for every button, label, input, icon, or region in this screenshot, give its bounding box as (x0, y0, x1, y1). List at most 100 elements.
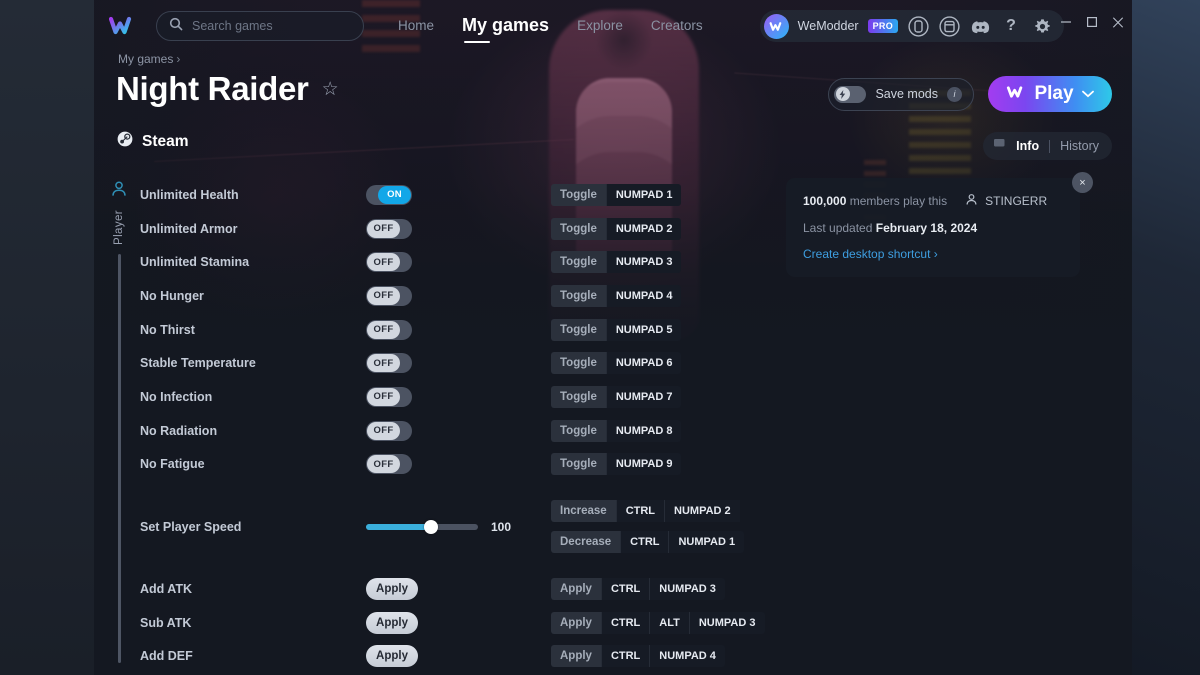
hotkey-action-label: Apply (551, 645, 601, 668)
cheat-toggle[interactable]: OFF (366, 353, 412, 374)
tab-info[interactable]: Info (1016, 139, 1039, 153)
apply-button[interactable]: Apply (366, 578, 418, 601)
save-mods-switch-track[interactable] (834, 85, 867, 103)
cheat-toggle[interactable]: OFF (366, 252, 412, 273)
hotkey-group[interactable]: Decrease CTRL NUMPAD 1 (551, 531, 745, 554)
nav-item-creators[interactable]: Creators (651, 18, 703, 35)
cheat-toggle[interactable]: OFF (366, 420, 412, 441)
apply-button[interactable]: Apply (366, 645, 418, 668)
page-title: Night Raider (116, 70, 309, 107)
phone-remote-icon[interactable] (907, 15, 929, 37)
nav-item-home[interactable]: Home (398, 18, 434, 35)
cheat-toggle[interactable]: OFF (366, 285, 412, 306)
hotkey-group[interactable]: Toggle NUMPAD 8 (551, 419, 682, 442)
cheat-toggle[interactable]: OFF (366, 454, 412, 475)
hotkey-key[interactable]: NUMPAD 6 (605, 352, 682, 375)
hotkey-key[interactable]: NUMPAD 8 (605, 419, 682, 442)
hotkey-key[interactable]: CTRL (600, 578, 650, 601)
hotkey-group[interactable]: Apply CTRL ALT NUMPAD 3 (551, 611, 765, 634)
hotkey-key[interactable]: NUMPAD 1 (668, 531, 745, 554)
hotkey-group[interactable]: Toggle NUMPAD 5 (551, 318, 682, 341)
category-rail: Player (102, 178, 136, 675)
cheat-toggle[interactable]: OFF (366, 319, 412, 340)
hotkey-key[interactable]: NUMPAD 1 (605, 183, 682, 206)
game-info-card: 100,000 members play this STINGERR Last … (786, 178, 1080, 277)
cheat-slider-handle[interactable] (424, 519, 439, 534)
cheat-control: Apply (366, 578, 551, 601)
hotkey-key[interactable]: NUMPAD 3 (649, 578, 725, 601)
info-history-tabs: Info History (983, 132, 1112, 160)
hotkey-key[interactable]: CTRL (600, 645, 650, 668)
search-input[interactable] (192, 19, 342, 33)
cheat-toggle-state: OFF (367, 320, 400, 339)
author-name[interactable]: STINGERR (985, 194, 1047, 208)
hotkey-group[interactable]: Toggle NUMPAD 2 (551, 217, 682, 240)
play-button[interactable]: Play (988, 76, 1112, 112)
gear-settings-icon[interactable] (1031, 15, 1053, 37)
hotkey-group[interactable]: Toggle NUMPAD 6 (551, 352, 682, 375)
cheat-toggle[interactable]: OFF (366, 218, 412, 239)
hotkey-key[interactable]: NUMPAD 2 (605, 217, 682, 240)
save-mods-toggle[interactable]: Save mods i (828, 77, 974, 111)
close-button[interactable] (1112, 16, 1124, 28)
maximize-button[interactable] (1086, 16, 1098, 28)
cheat-name: No Thirst (140, 322, 195, 337)
breadcrumb[interactable]: My games › (118, 52, 180, 66)
apply-button[interactable]: Apply (366, 611, 418, 634)
discord-icon[interactable] (969, 15, 991, 37)
account-toolbar: WeModder PRO ? (759, 10, 1064, 42)
hotkey-key[interactable]: NUMPAD 4 (649, 645, 725, 668)
hotkey-group[interactable]: Toggle NUMPAD 1 (551, 183, 682, 206)
top-navigation-bar: Home My games Explore Creators WeModder … (94, 0, 1132, 52)
hotkey-key[interactable]: CTRL (600, 611, 650, 634)
hotkey-group[interactable]: Toggle NUMPAD 7 (551, 385, 682, 408)
search-input-wrapper[interactable] (156, 11, 364, 41)
minimize-button[interactable] (1060, 16, 1072, 28)
star-outline-icon[interactable]: ☆ (322, 78, 339, 101)
main-nav-links: Home My games Explore Creators (398, 15, 703, 43)
hotkey-group[interactable]: Toggle NUMPAD 4 (551, 284, 682, 307)
cheat-control: 100 (366, 519, 551, 534)
hotkey-group[interactable]: Apply CTRL NUMPAD 4 (551, 645, 725, 668)
breadcrumb-label[interactable]: My games (118, 52, 173, 66)
hotkey-key[interactable]: NUMPAD 2 (664, 500, 740, 523)
avatar[interactable] (763, 13, 789, 39)
hotkey-key[interactable]: NUMPAD 4 (605, 284, 682, 307)
cheat-toggle[interactable]: ON (366, 184, 412, 205)
cheat-name: Sub ATK (140, 615, 192, 630)
cheat-row: Set Player Speed 100 Increase CTRL NUMPAD 2D… (140, 495, 1130, 558)
account-name[interactable]: WeModder (798, 19, 859, 33)
hotkey-key[interactable]: CTRL (620, 531, 669, 554)
help-question-icon[interactable]: ? (1000, 15, 1022, 37)
hotkey-group[interactable]: Toggle NUMPAD 9 (551, 453, 682, 476)
category-label-player[interactable]: Player (113, 210, 125, 245)
hotkey-group[interactable]: Toggle NUMPAD 3 (551, 251, 682, 274)
nav-item-explore[interactable]: Explore (577, 18, 623, 35)
category-scroll-indicator[interactable] (117, 254, 121, 663)
wemod-logo-icon[interactable] (108, 13, 138, 39)
window-layout-icon[interactable] (938, 15, 960, 37)
hotkey-key[interactable]: NUMPAD 3 (688, 611, 765, 634)
cheat-name: Stable Temperature (140, 356, 256, 371)
hotkey-key[interactable]: NUMPAD 9 (605, 453, 682, 476)
hotkey-action-label: Toggle (551, 251, 606, 274)
play-button-label: Play (1034, 83, 1074, 104)
hotkey-key[interactable]: NUMPAD 5 (605, 318, 682, 341)
hotkey-key[interactable]: CTRL (615, 500, 665, 523)
chevron-down-icon[interactable] (1081, 85, 1094, 103)
hotkey-group[interactable]: Increase CTRL NUMPAD 2 (551, 500, 744, 523)
close-icon[interactable]: × (1072, 172, 1093, 193)
hotkey-key[interactable]: ALT (649, 611, 689, 634)
hotkey-key[interactable]: NUMPAD 3 (605, 251, 682, 274)
cheat-slider[interactable] (366, 519, 478, 534)
nav-item-my-games[interactable]: My games (462, 15, 549, 43)
flag-icon[interactable] (993, 137, 1006, 155)
tab-history[interactable]: History (1060, 139, 1099, 153)
cheat-toggle-state: OFF (367, 253, 400, 272)
hotkey-action-label: Toggle (551, 284, 606, 307)
hotkey-group[interactable]: Apply CTRL NUMPAD 3 (551, 578, 725, 601)
info-tooltip-icon[interactable]: i (947, 86, 962, 102)
cheat-toggle[interactable]: OFF (366, 386, 412, 407)
create-desktop-shortcut-link[interactable]: Create desktop shortcut › (803, 247, 1063, 261)
hotkey-key[interactable]: NUMPAD 7 (605, 385, 682, 408)
